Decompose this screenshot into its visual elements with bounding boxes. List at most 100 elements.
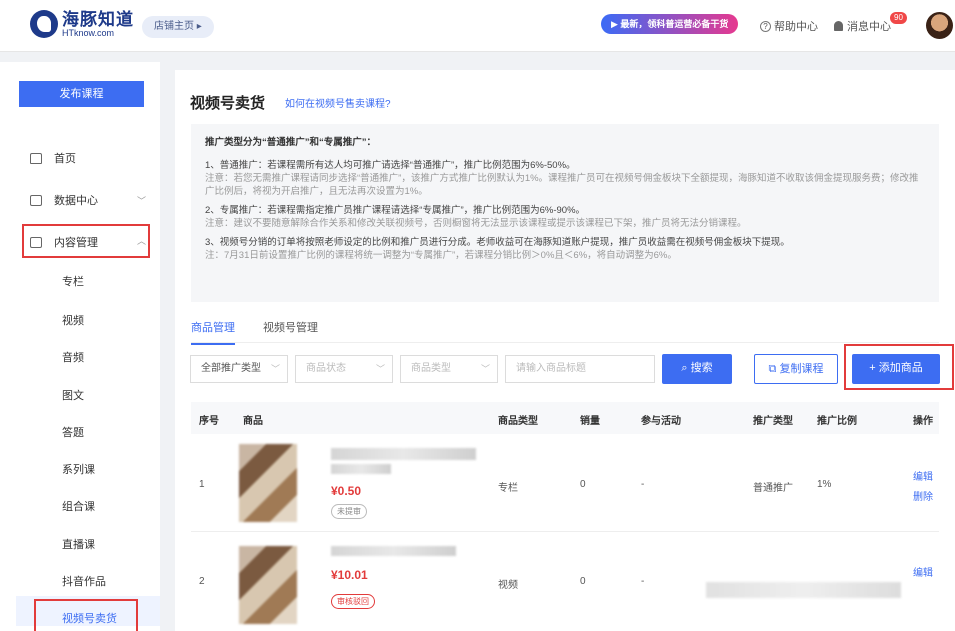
edit-link[interactable]: 编辑 (913, 468, 933, 483)
copy-course-label: 复制课程 (779, 363, 824, 375)
highlight-box-channels-sales (34, 599, 138, 631)
logo-domain: HTknow.com (62, 27, 115, 38)
bell-icon (834, 21, 843, 31)
col-product: 商品 (243, 416, 263, 427)
col-product-type: 商品类型 (498, 416, 538, 427)
top-bar: 海豚知道 HTknow.com 店铺主页 ▸ ▶ 最新，领科普运营必备干货 ? … (0, 0, 955, 52)
promo-type-select[interactable]: 全部推广类型 ﹀ (190, 355, 288, 383)
logo[interactable]: 海豚知道 HTknow.com (30, 10, 134, 38)
product-category-placeholder: 商品类型 (411, 363, 451, 374)
sidebar-subitem-article[interactable]: 图文 (62, 387, 84, 403)
col-actions: 操作 (913, 416, 933, 427)
product-activity: - (641, 576, 645, 587)
status-badge: 未提审 (331, 504, 367, 519)
product-promo-ratio: 1% (817, 479, 832, 490)
tab-divider (191, 342, 939, 343)
product-price: ¥10.01 (331, 568, 368, 582)
status-badge: 审核驳回 (331, 594, 375, 609)
monitor-icon (30, 194, 42, 206)
notice-point-1: 1、普通推广：若课程需所有达人均可推广请选择“普通推广”，推广比例范围为6%-5… (205, 160, 576, 171)
dolphin-logo-icon (30, 10, 58, 38)
sidebar: 发布课程 首页 数据中心 ﹀ 内容管理 ︿ 专栏 视频 音频 图文 答题 系列课… (0, 62, 160, 631)
main-panel: 视频号卖货 如何在视频号售卖课程? 推广类型分为“普通推广”和“专属推广”： 1… (175, 70, 955, 631)
sidebar-item-data-center[interactable]: 数据中心 (30, 192, 98, 208)
col-promo-ratio: 推广比例 (817, 416, 857, 427)
store-home-label: 店铺主页 (154, 21, 194, 32)
col-sales: 销量 (580, 416, 600, 427)
product-promo-type: 普通推广 (753, 483, 793, 494)
message-center-link[interactable]: 消息中心 90 (834, 12, 907, 34)
notice-note-1: 注意：若您无需推广课程请同步选择“普通推广”，该推广方式推广比例默认为1%。课程… (205, 173, 919, 197)
store-home-button[interactable]: 店铺主页 ▸ (142, 16, 214, 38)
product-subtitle-blurred (331, 464, 391, 474)
highlight-box-add-product (844, 344, 954, 390)
question-icon: ? (760, 20, 771, 32)
sidebar-item-home[interactable]: 首页 (30, 150, 76, 166)
product-price: ¥0.50 (331, 484, 362, 498)
notice-note-3: 注：7月31日前设置推广比例的课程将统一调整为“专属推广”，若课程分销比例＞0%… (205, 250, 677, 261)
sidebar-subitem-live[interactable]: 直播课 (62, 536, 95, 552)
sidebar-item-label: 首页 (54, 153, 76, 165)
product-thumbnail[interactable] (239, 444, 297, 522)
promo-info-blurred (706, 582, 901, 598)
sidebar-subitem-bundle[interactable]: 组合课 (62, 498, 95, 514)
message-center-label: 消息中心 (847, 21, 891, 33)
row-no: 1 (199, 479, 205, 490)
search-icon: ⌕ (681, 362, 688, 374)
product-title-blurred (331, 448, 476, 460)
notice-point-3: 3、视频号分销的订单将按照老师设定的比例和推广员进行分成。老师收益可在海豚知道账… (205, 237, 790, 248)
notice-point-2: 2、专属推广：若课程需指定推广员推广课程请选择“专属推广”，推广比例范围为6%-… (205, 205, 586, 216)
help-center-label: 帮助中心 (774, 21, 818, 33)
chevron-down-icon: ﹀ (270, 364, 280, 374)
sidebar-subitem-column[interactable]: 专栏 (62, 273, 84, 289)
product-status-placeholder: 商品状态 (306, 363, 346, 374)
sidebar-subitem-series[interactable]: 系列课 (62, 461, 95, 477)
sidebar-subitem-douyin[interactable]: 抖音作品 (62, 573, 106, 589)
home-icon (30, 152, 42, 164)
table-row: 2 ¥10.01 审核驳回 视频 0 - 编辑 (191, 532, 939, 631)
sidebar-subitem-quiz[interactable]: 答题 (62, 424, 84, 440)
howto-link[interactable]: 如何在视频号售卖课程? (285, 95, 391, 110)
promo-banner[interactable]: ▶ 最新，领科普运营必备干货 (601, 14, 739, 34)
notice-heading: 推广类型分为“普通推广”和“专属推广”： (205, 137, 377, 148)
product-type: 专栏 (498, 483, 518, 494)
product-activity: - (641, 479, 645, 490)
edit-link[interactable]: 编辑 (913, 564, 933, 579)
table-header: 序号 商品 商品类型 销量 参与活动 推广类型 推广比例 操作 (191, 402, 939, 434)
product-type: 视频 (498, 580, 518, 591)
table-row: 1 ¥0.50 未提审 专栏 0 - 普通推广 1% 编辑 删除 (191, 434, 939, 532)
chevron-down-icon: ﹀ (137, 196, 147, 206)
search-placeholder: 请输入商品标题 (516, 363, 586, 374)
sidebar-subitem-video[interactable]: 视频 (62, 312, 84, 328)
copy-icon: ⧉ (768, 363, 777, 375)
product-thumbnail[interactable] (239, 546, 297, 624)
product-sales: 0 (580, 479, 586, 490)
search-button-label: 搜索 (690, 362, 713, 374)
highlight-box-content-management (22, 224, 150, 258)
publish-course-button[interactable]: 发布课程 (19, 81, 144, 107)
chevron-down-icon: ﹀ (480, 364, 490, 374)
search-button[interactable]: ⌕ 搜索 (662, 354, 732, 384)
row-no: 2 (199, 576, 205, 587)
sidebar-subitem-audio[interactable]: 音频 (62, 349, 84, 365)
col-no: 序号 (199, 416, 219, 427)
col-promo-type: 推广类型 (753, 416, 793, 427)
notice-note-2: 注意：建议不要随意解除合作关系和修改关联视频号，否则橱窗将无法显示该课程或提示该… (205, 218, 747, 229)
page-title: 视频号卖货 (190, 95, 266, 112)
product-status-select[interactable]: 商品状态 ﹀ (295, 355, 393, 383)
product-sales: 0 (580, 576, 586, 587)
logo-name: 海豚知道 (62, 9, 134, 29)
chevron-down-icon: ﹀ (375, 364, 385, 374)
avatar[interactable] (926, 12, 953, 39)
message-count-badge: 90 (890, 12, 907, 24)
help-center-link[interactable]: ? 帮助中心 (760, 18, 818, 34)
promo-type-value: 全部推广类型 (201, 363, 261, 374)
delete-link[interactable]: 删除 (913, 488, 933, 503)
copy-course-button[interactable]: ⧉ 复制课程 (754, 354, 838, 384)
product-title-blurred (331, 546, 456, 556)
product-category-select[interactable]: 商品类型 ﹀ (400, 355, 498, 383)
sidebar-item-label: 数据中心 (54, 195, 98, 207)
notice-box: 推广类型分为“普通推广”和“专属推广”： 1、普通推广：若课程需所有达人均可推广… (191, 124, 939, 302)
search-input[interactable]: 请输入商品标题 (505, 355, 655, 383)
col-activity: 参与活动 (641, 416, 681, 427)
